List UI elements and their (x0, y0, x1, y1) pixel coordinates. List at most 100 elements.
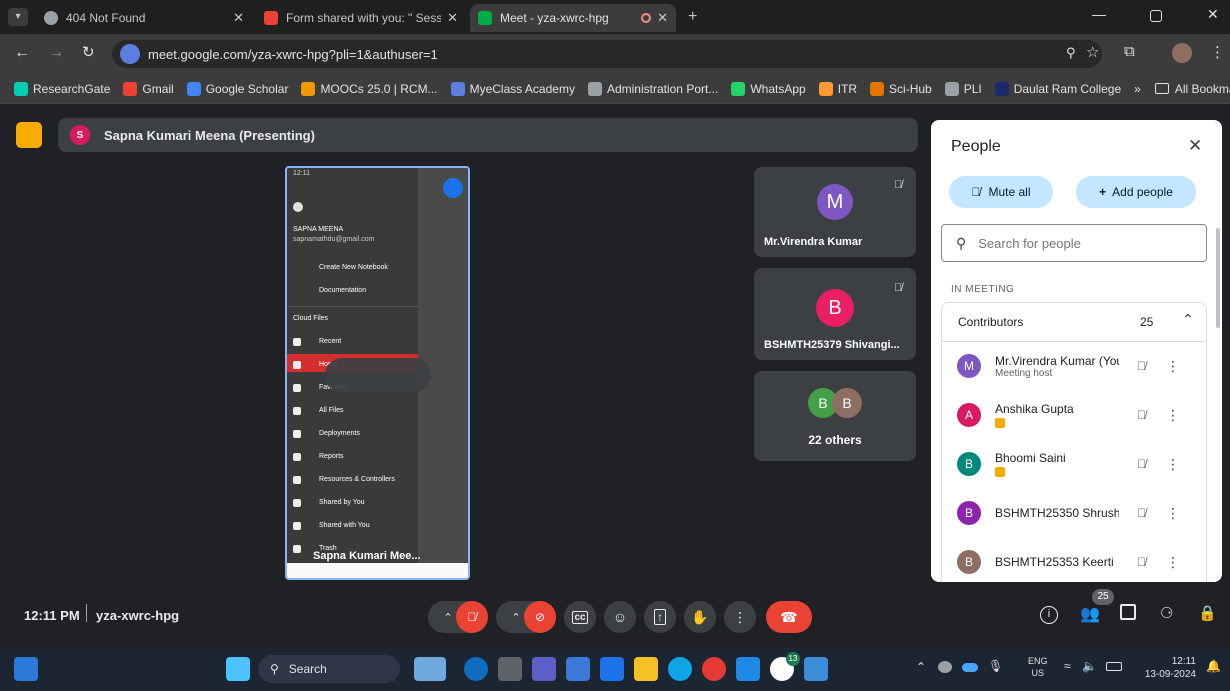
phone-cloud-item[interactable]: Shared by You (319, 499, 365, 506)
taskbar-search[interactable]: ⚲ Search (258, 655, 400, 683)
more-options-icon[interactable] (443, 178, 463, 198)
tab-meet[interactable]: Meet - yza-xwrc-hpg ✕ (470, 4, 676, 32)
chat-icon[interactable] (1120, 604, 1136, 620)
activities-icon[interactable]: ⚆ (1160, 604, 1173, 622)
app-icon[interactable] (736, 657, 760, 681)
volume-icon[interactable]: 🔈 (1082, 659, 1097, 673)
site-info-icon[interactable] (120, 44, 140, 64)
app-icon[interactable] (566, 657, 590, 681)
mic-off-icon[interactable]: 🎙̸ (1137, 457, 1146, 471)
more-vert-icon[interactable]: ⋮ (1166, 407, 1180, 424)
tab-search-dropdown-icon[interactable]: ▾ (8, 8, 28, 26)
bookmark-item[interactable]: Google Scholar (186, 81, 288, 96)
close-tab-icon[interactable]: ✕ (657, 10, 668, 26)
phone-menu-create[interactable]: Create New Notebook (319, 264, 388, 271)
browser-menu-icon[interactable]: ⋮ (1210, 43, 1225, 61)
more-vert-icon[interactable]: ⋮ (1166, 505, 1180, 522)
bookmark-item[interactable]: ITR (818, 81, 857, 96)
more-vert-icon[interactable]: ⋮ (1166, 358, 1180, 375)
phone-cloud-item[interactable]: Shared with You (319, 522, 370, 529)
language-indicator[interactable]: ENG US (1028, 655, 1048, 679)
bookmark-item[interactable]: MOOCs 25.0 | RCM... (301, 81, 438, 96)
edge-icon[interactable] (668, 657, 692, 681)
app-icon[interactable] (464, 657, 488, 681)
tray-app-icon[interactable] (938, 661, 952, 673)
close-window-icon[interactable]: ✕ (1207, 6, 1219, 23)
close-tab-icon[interactable]: ✕ (447, 10, 458, 26)
bookmark-item[interactable]: PLI (944, 81, 982, 96)
zoom-icon[interactable]: ⚲ (1066, 45, 1076, 61)
host-controls-icon[interactable]: 🔒 (1198, 604, 1217, 622)
app-icon[interactable] (804, 657, 828, 681)
back-icon[interactable]: ← (14, 44, 30, 62)
battery-icon[interactable] (1106, 662, 1122, 671)
bookmark-item[interactable]: Sci-Hub (870, 81, 932, 96)
terminal-icon[interactable] (498, 657, 522, 681)
profile-avatar[interactable] (1172, 43, 1192, 63)
phone-cloud-item[interactable]: Deployments (319, 430, 360, 437)
start-icon[interactable] (226, 657, 250, 681)
chevron-up-icon[interactable]: ⌃ (1182, 311, 1194, 328)
participant-tile[interactable]: B BSHMTH25379 Shivangi... 🎙̸ (754, 268, 916, 360)
add-people-button[interactable]: + Add people (1076, 176, 1196, 208)
presentation-toggle-icon[interactable] (16, 122, 42, 148)
file-explorer-icon[interactable] (634, 657, 658, 681)
notification-bell-icon[interactable]: 🔔 (1206, 659, 1221, 673)
mic-toggle-button[interactable]: ⌃ 🎙̸ (428, 601, 488, 633)
more-vert-icon[interactable]: ⋮ (1166, 554, 1180, 571)
forward-icon[interactable]: → (48, 44, 64, 62)
bookmark-item[interactable]: WhatsApp (731, 81, 806, 96)
widgets-icon[interactable] (14, 657, 38, 681)
present-button[interactable]: ↑ (644, 601, 676, 633)
bookmark-star-icon[interactable]: ☆ (1086, 43, 1099, 61)
mic-off-icon[interactable]: 🎙̸ (1137, 506, 1146, 520)
people-icon[interactable]: 👥 (1080, 604, 1100, 624)
tray-mic-icon[interactable]: 🎙 (988, 659, 1003, 673)
camera-toggle-button[interactable]: ⌃ ⊘ (496, 601, 556, 633)
tab-404[interactable]: 404 Not Found ✕ (36, 4, 252, 32)
phone-cloud-item[interactable]: All Files (319, 407, 344, 414)
clock[interactable]: 12:11 13-09-2024 (1140, 655, 1196, 681)
new-tab-icon[interactable]: + (688, 8, 697, 26)
bookmark-item[interactable]: ResearchGate (14, 81, 110, 96)
bookmark-item[interactable]: MyeClass Academy (450, 81, 575, 96)
phone-cloud-item[interactable]: Reports (319, 453, 344, 460)
teams-icon[interactable] (532, 657, 556, 681)
all-bookmarks-button[interactable]: All Bookmarks (1154, 82, 1230, 96)
bookmarks-overflow-icon[interactable]: » (1134, 82, 1141, 96)
participant-row[interactable]: B BSHMTH25350 Shrushti... 🎙̸ ⋮ (941, 489, 1211, 537)
panel-scrollbar[interactable] (1216, 228, 1220, 328)
participant-row[interactable]: M Mr.Virendra Kumar (You) Meeting host 🎙̸ ⋮ (941, 342, 1211, 390)
participant-row[interactable]: B Bhoomi Saini 🎙̸ ⋮ (941, 440, 1211, 488)
close-panel-icon[interactable]: ✕ (1188, 136, 1202, 156)
reactions-button[interactable]: ☺ (604, 601, 636, 633)
leave-call-button[interactable]: ☎ (766, 601, 812, 633)
phone-cloud-item[interactable]: Recent (319, 338, 341, 345)
bookmark-item[interactable]: Daulat Ram College (994, 81, 1121, 96)
restore-icon[interactable] (1150, 10, 1162, 22)
others-tile[interactable]: B B 22 others (754, 371, 916, 461)
store-icon[interactable] (600, 657, 624, 681)
participant-row[interactable]: A Anshika Gupta 🎙̸ ⋮ (941, 391, 1211, 439)
chrome-icon[interactable] (702, 657, 726, 681)
mic-off-icon[interactable]: 🎙̸ (1137, 555, 1146, 569)
onedrive-icon[interactable] (962, 663, 978, 672)
search-input[interactable] (978, 235, 1179, 251)
contributors-group[interactable]: Contributors 25 ⌃ (941, 302, 1207, 342)
copilot-icon[interactable] (414, 657, 446, 681)
raise-hand-button[interactable]: ✋ (684, 601, 716, 633)
phone-menu-docs[interactable]: Documentation (319, 287, 366, 294)
close-tab-icon[interactable]: ✕ (233, 10, 244, 26)
phone-cloud-item[interactable]: Resources & Controllers (319, 476, 395, 483)
omnibox[interactable]: meet.google.com/yza-xwrc-hpg?pli=1&authu… (112, 40, 1102, 68)
captions-button[interactable]: cc (564, 601, 596, 633)
participant-row[interactable]: B BSHMTH25353 Keerti 🎙̸ ⋮ (941, 538, 1211, 582)
minimize-icon[interactable]: — (1092, 6, 1106, 22)
tab-form[interactable]: Form shared with you: " Session ✕ (256, 4, 466, 32)
mute-all-button[interactable]: 🎙̸ Mute all (949, 176, 1053, 208)
meeting-info-icon[interactable]: i (1040, 606, 1058, 624)
more-options-button[interactable]: ⋮ (724, 601, 756, 633)
mic-off-icon[interactable]: 🎙̸ (1137, 408, 1146, 422)
search-people-field[interactable]: ⚲ (941, 224, 1207, 262)
tray-overflow-icon[interactable]: ⌃ (916, 660, 926, 674)
